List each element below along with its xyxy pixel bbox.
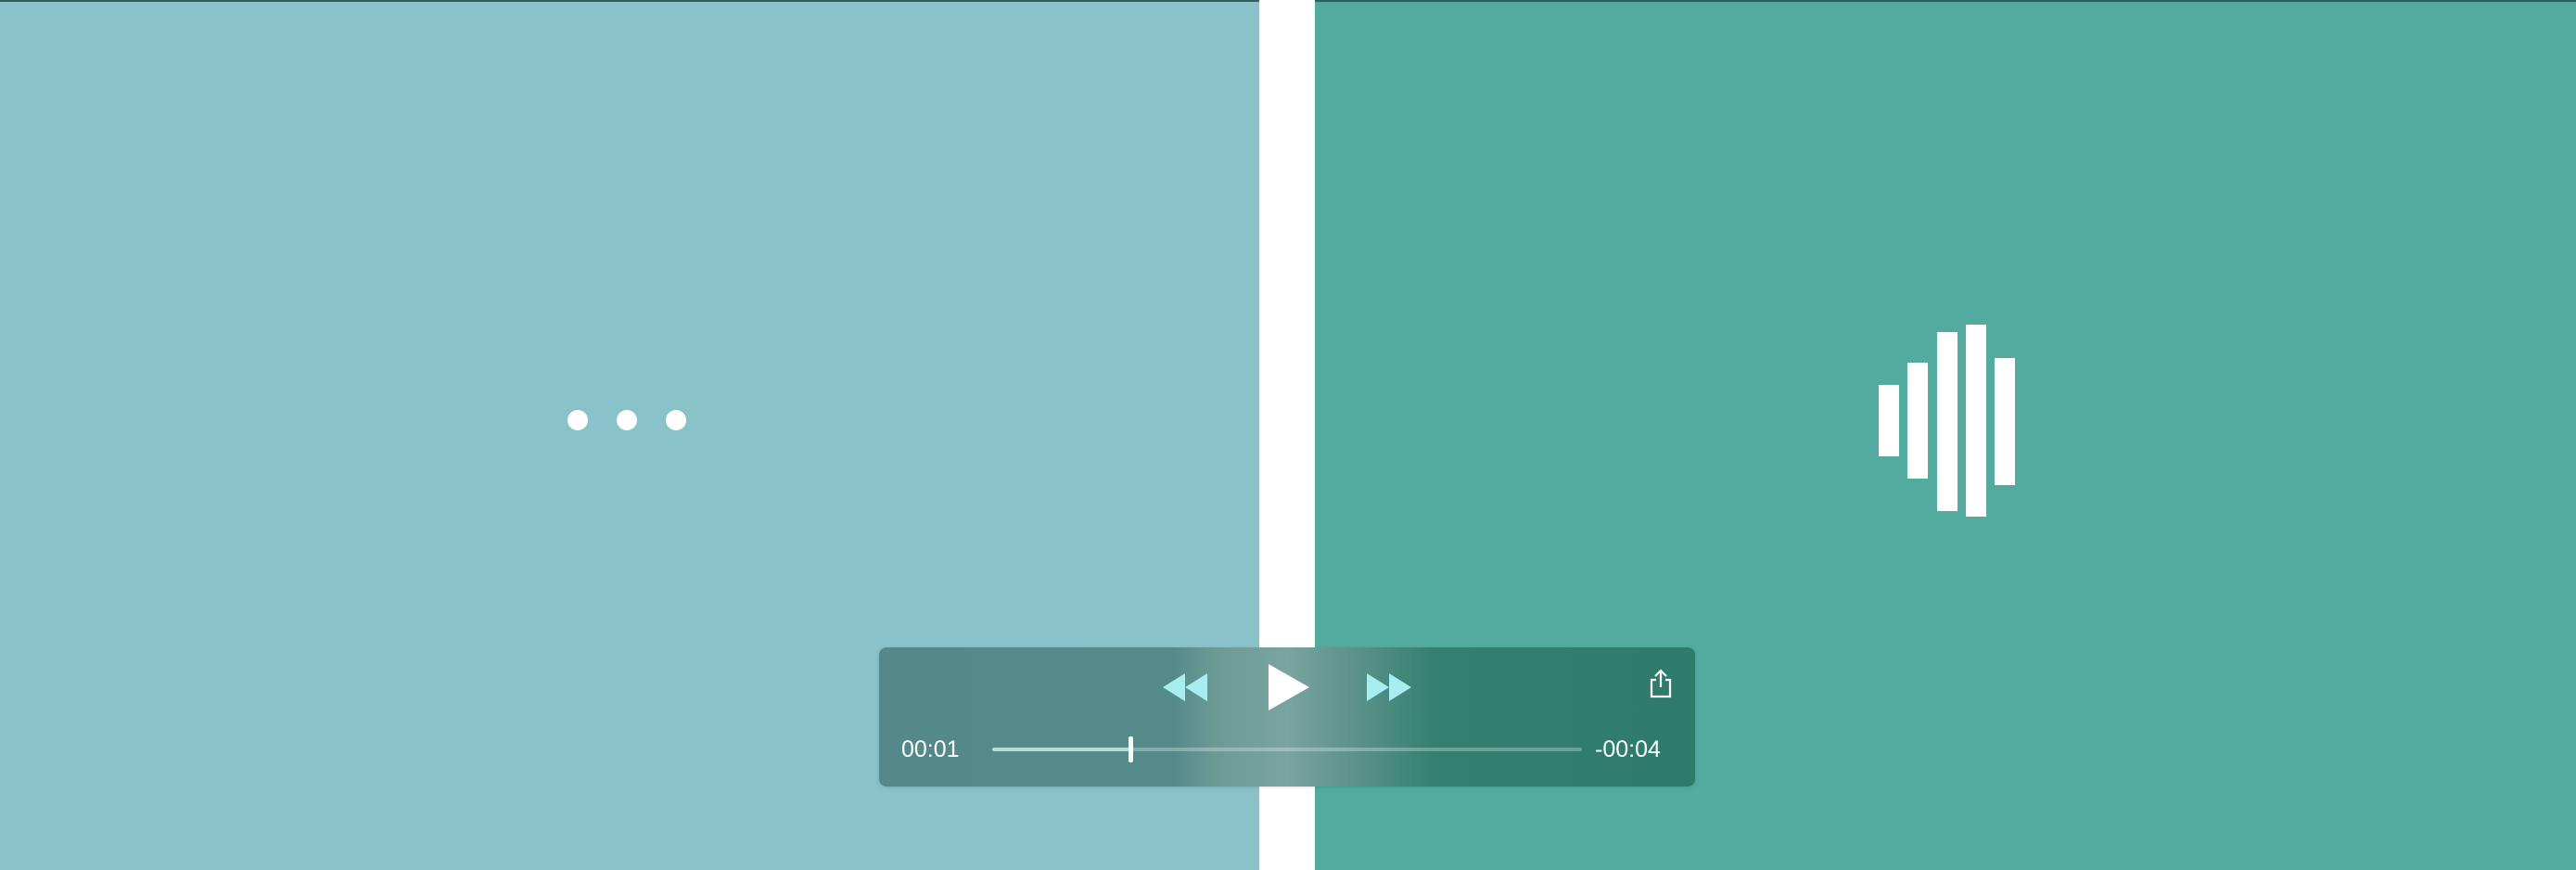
play-icon — [1269, 664, 1309, 710]
waveform-bar — [1879, 385, 1899, 456]
progress-fill — [992, 748, 1131, 751]
share-icon — [1650, 669, 1672, 698]
rewind-button[interactable] — [1161, 672, 1209, 703]
media-preview-stage: 00:01 -00:04 — [0, 0, 2576, 870]
ellipsis-loading-icon — [567, 410, 686, 430]
dot — [617, 410, 637, 430]
play-button[interactable] — [1267, 662, 1311, 712]
remaining-time: -00:04 — [1595, 736, 1661, 762]
audio-player-controls: 00:01 -00:04 — [879, 647, 1695, 787]
fast-forward-button[interactable] — [1365, 672, 1413, 703]
dot — [666, 410, 686, 430]
waveform-bar — [1907, 363, 1928, 479]
share-button[interactable] — [1649, 668, 1673, 699]
waveform-bar — [1937, 332, 1958, 511]
dot — [567, 410, 588, 430]
rewind-icon — [1163, 673, 1207, 701]
current-time: 00:01 — [901, 736, 960, 762]
fast-forward-icon — [1367, 673, 1411, 701]
progress-scrubber[interactable] — [1129, 736, 1134, 762]
audio-waveform-icon — [1879, 325, 2018, 519]
waveform-bar — [1995, 358, 2015, 485]
waveform-bar — [1966, 325, 1986, 517]
progress-track[interactable] — [992, 736, 1582, 762]
